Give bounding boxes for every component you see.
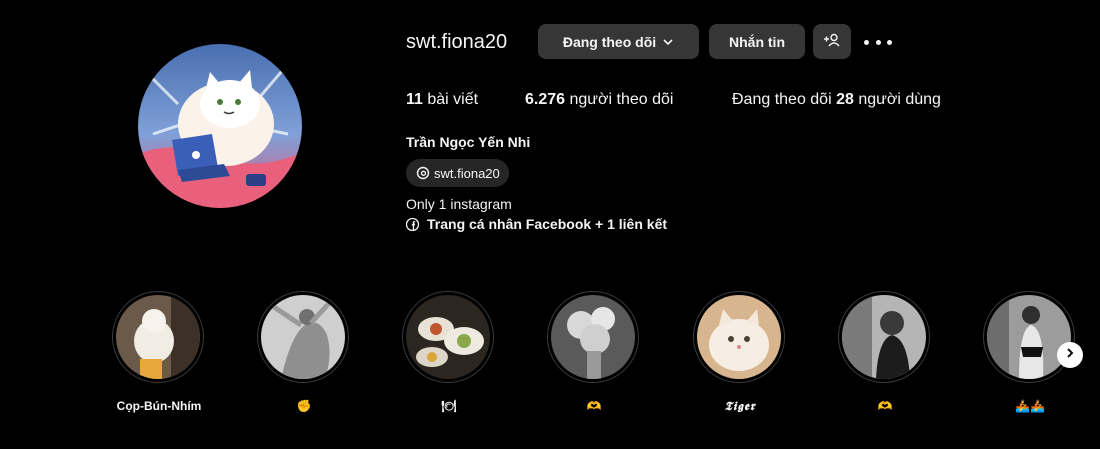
more-options-icon[interactable]: [864, 32, 892, 52]
highlights-next-button[interactable]: [1057, 342, 1083, 368]
highlight-item[interactable]: 𝕿𝖎𝖌𝖊𝖗: [693, 291, 787, 421]
highlight-cover: [261, 295, 345, 379]
highlight-item[interactable]: ✊: [257, 291, 351, 421]
highlight-item[interactable]: 🫶: [838, 291, 932, 421]
following-button-label: Đang theo dõi: [562, 33, 657, 50]
profile-username: swt.fiona20: [406, 31, 508, 53]
highlight-item[interactable]: 🍽: [402, 291, 496, 421]
threads-handle: swt.fiona20: [434, 165, 500, 181]
facebook-link-label: Trang cá nhân Facebook + 1 liên kết: [427, 216, 668, 232]
highlight-cover: [842, 295, 926, 379]
posts-count: 11 bài viết: [406, 91, 479, 108]
highlight-label: Cọp-Bún-Nhím: [116, 399, 202, 413]
highlight-cover: [697, 295, 781, 379]
threads-badge[interactable]: swt.fiona20: [406, 159, 509, 187]
facebook-link[interactable]: Trang cá nhân Facebook + 1 liên kết: [406, 216, 667, 232]
following-link[interactable]: Đang theo dõi 28 người dùng: [732, 90, 941, 110]
person-add-icon: [823, 33, 841, 50]
highlight-label: 🍽: [441, 399, 457, 413]
profile-bio: Only 1 instagram: [406, 196, 512, 212]
chevron-down-icon: [662, 36, 674, 48]
highlight-cover: [987, 295, 1071, 379]
profile-avatar[interactable]: [138, 44, 302, 208]
message-button-label: Nhắn tin: [729, 33, 785, 50]
highlight-item[interactable]: 🫶: [547, 291, 641, 421]
highlight-cover: [116, 295, 200, 379]
suggested-users-button[interactable]: [813, 24, 851, 59]
highlight-item[interactable]: Cọp-Bún-Nhím: [112, 291, 206, 421]
highlight-label: 🫶: [877, 399, 893, 413]
profile-full-name: Trần Ngọc Yến Nhi: [406, 134, 531, 150]
highlight-label: 𝕿𝖎𝖌𝖊𝖗: [724, 399, 756, 413]
message-button[interactable]: Nhắn tin: [709, 24, 805, 59]
highlight-label: 🫶: [586, 399, 602, 413]
followers-link[interactable]: 6.276 người theo dõi: [525, 90, 673, 110]
chevron-right-icon: [1064, 346, 1076, 364]
highlight-label: ✊: [296, 399, 312, 413]
facebook-icon: [406, 217, 419, 231]
threads-icon: [416, 166, 430, 180]
highlight-cover: [406, 295, 490, 379]
following-button[interactable]: Đang theo dõi: [538, 24, 699, 59]
highlight-label: 🚣🚣: [1015, 399, 1045, 413]
highlight-cover: [551, 295, 635, 379]
